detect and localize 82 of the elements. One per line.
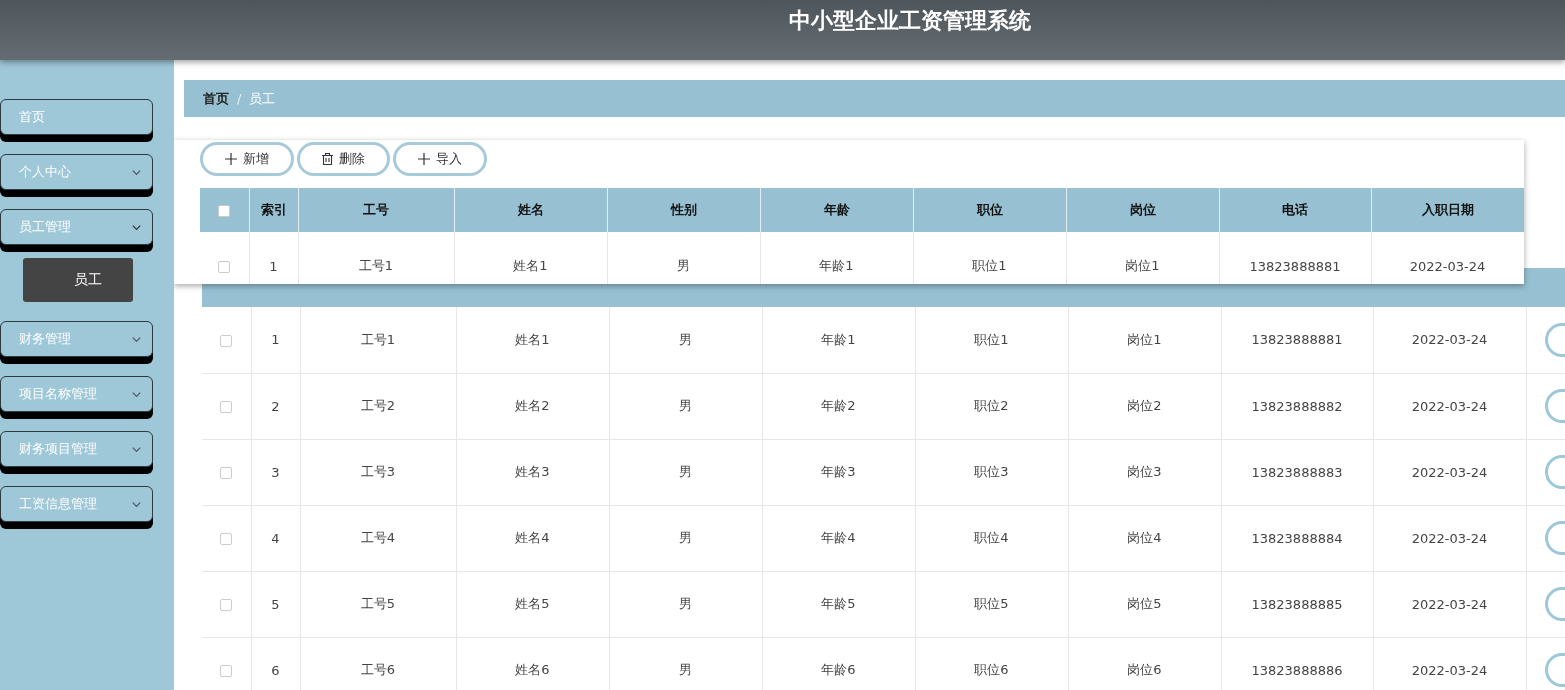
column-header: 职位 xyxy=(913,188,1066,232)
table-cell: 姓名3 xyxy=(456,439,609,505)
plus-icon xyxy=(225,153,237,165)
table-cell: 2022-03-24 xyxy=(1373,505,1526,571)
table-cell: 岗位4 xyxy=(1068,505,1221,571)
table-cell: 职位1 xyxy=(915,307,1068,373)
table-cell: 姓名2 xyxy=(456,373,609,439)
column-header: 工号 xyxy=(298,188,454,232)
table-cell: 工号6 xyxy=(300,637,456,690)
breadcrumb-separator: / xyxy=(237,91,242,106)
table-cell: 3 xyxy=(251,439,300,505)
table-cell: 男 xyxy=(609,373,762,439)
table-cell: 男 xyxy=(609,571,762,637)
table-cell: 5 xyxy=(251,571,300,637)
table-cell: 工号1 xyxy=(300,307,456,373)
table-cell: 姓名5 xyxy=(456,571,609,637)
row-checkbox[interactable] xyxy=(220,467,233,479)
row-checkbox[interactable] xyxy=(220,665,233,677)
toolbar-button[interactable]: 导入 xyxy=(393,142,487,176)
breadcrumb-current: 员工 xyxy=(249,89,276,108)
table-cell: 岗位6 xyxy=(1068,637,1221,690)
table-cell: 13823888884 xyxy=(1221,505,1373,571)
table-cell: 13823888885 xyxy=(1221,571,1373,637)
column-header: 年龄 xyxy=(760,188,913,232)
table-cell: 2022-03-24 xyxy=(1373,373,1526,439)
table-cell: 职位6 xyxy=(915,637,1068,690)
row-checkbox[interactable] xyxy=(220,599,233,611)
table-cell: 男 xyxy=(609,505,762,571)
table-cell: 年龄4 xyxy=(762,505,915,571)
table-cell: 职位4 xyxy=(915,505,1068,571)
table-cell: 男 xyxy=(609,637,762,690)
table-cell: 岗位5 xyxy=(1068,571,1221,637)
toolbar-button[interactable]: 新增 xyxy=(200,142,294,176)
table-cell: 13823888881 xyxy=(1221,307,1373,373)
column-header: 岗位 xyxy=(1066,188,1219,232)
table-cell: 年龄5 xyxy=(762,571,915,637)
column-header: 性别 xyxy=(607,188,760,232)
breadcrumb-link[interactable]: 首页 xyxy=(203,89,229,108)
table-cell: 2022-03-24 xyxy=(1373,571,1526,637)
row-checkbox[interactable] xyxy=(218,261,231,273)
table-cell: 13823888882 xyxy=(1221,373,1373,439)
column-header: 索引 xyxy=(249,188,298,232)
table-cell: 6 xyxy=(251,637,300,690)
table-cell: 男 xyxy=(609,439,762,505)
table-cell: 2022-03-24 xyxy=(1373,439,1526,505)
toolbar-button[interactable]: 删除 xyxy=(297,142,390,176)
table-cell: 岗位1 xyxy=(1068,307,1221,373)
table-cell: 岗位3 xyxy=(1068,439,1221,505)
row-checkbox[interactable] xyxy=(220,533,233,545)
table-cell: 13823888883 xyxy=(1221,439,1373,505)
table-cell: 年龄1 xyxy=(762,307,915,373)
table-cell: 岗位2 xyxy=(1068,373,1221,439)
table-cell: 男 xyxy=(609,307,762,373)
app-title: 中小型企业工资管理系统 xyxy=(787,7,1032,35)
table-cell: 工号3 xyxy=(300,439,456,505)
table-cell: 年龄6 xyxy=(762,637,915,690)
column-header: 姓名 xyxy=(454,188,607,232)
table-cell: 2022-03-24 xyxy=(1373,637,1526,690)
table-cell: 姓名6 xyxy=(456,637,609,690)
table-cell: 工号4 xyxy=(300,505,456,571)
table-cell: 姓名1 xyxy=(456,307,609,373)
plus-icon xyxy=(418,153,430,165)
table-cell: 工号2 xyxy=(300,373,456,439)
table-cell: 1 xyxy=(251,307,300,373)
column-header: 电话 xyxy=(1219,188,1371,232)
table-cell: 2022-03-24 xyxy=(1373,307,1526,373)
table-cell: 职位5 xyxy=(915,571,1068,637)
table-cell: 职位2 xyxy=(915,373,1068,439)
table-cell: 工号5 xyxy=(300,571,456,637)
table-cell: 4 xyxy=(251,505,300,571)
table-cell: 姓名4 xyxy=(456,505,609,571)
table-cell: 年龄2 xyxy=(762,373,915,439)
sidebar-subitem[interactable]: 员工 xyxy=(23,258,133,302)
table-cell: 2 xyxy=(251,373,300,439)
select-all-checkbox[interactable] xyxy=(218,205,231,217)
trash-icon xyxy=(322,153,333,165)
column-header: 入职日期 xyxy=(1371,188,1524,232)
table-cell: 年龄3 xyxy=(762,439,915,505)
table-cell: 13823888886 xyxy=(1221,637,1373,690)
row-checkbox[interactable] xyxy=(220,334,233,347)
table-cell: 职位3 xyxy=(915,439,1068,505)
row-checkbox[interactable] xyxy=(220,401,233,413)
